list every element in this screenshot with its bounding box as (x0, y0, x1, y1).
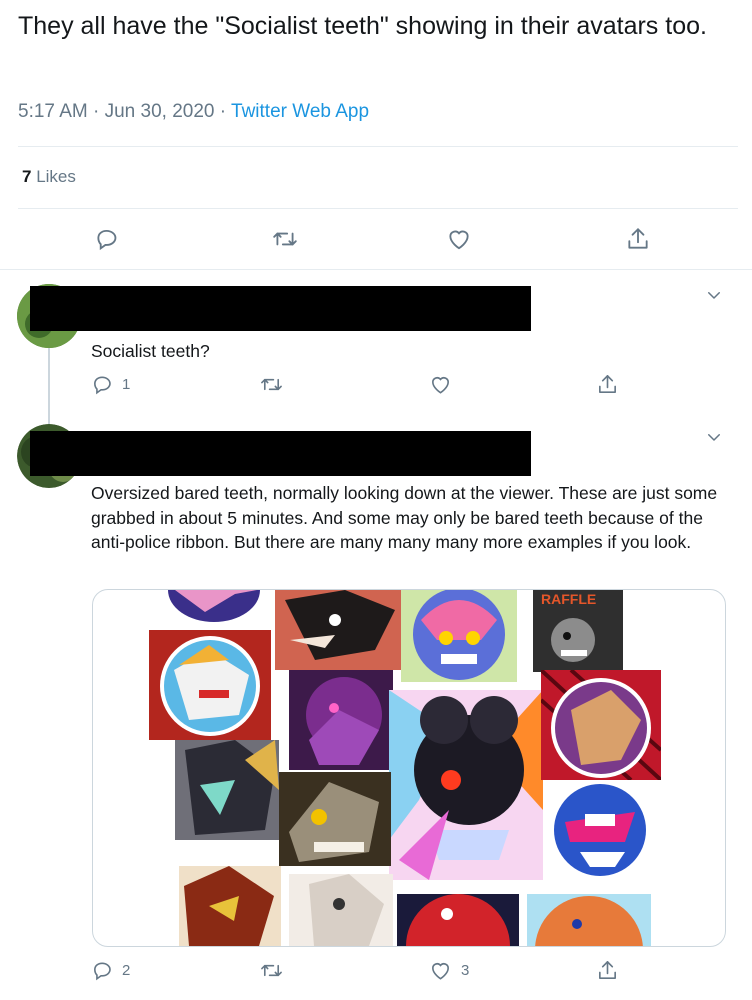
media-image[interactable]: RAFFLE (92, 589, 726, 947)
reply-menu-button[interactable] (705, 286, 723, 309)
raffle-text: RAFFLE (541, 591, 596, 607)
share-icon (599, 961, 616, 979)
reply-button[interactable] (94, 226, 120, 252)
collage-avatar (401, 590, 517, 682)
retweet-icon (261, 378, 282, 391)
collage-avatar (545, 782, 655, 878)
likes-label: Likes (36, 167, 76, 186)
divider (18, 208, 738, 209)
likes-stat[interactable]: 7 Likes (22, 167, 76, 187)
like-button[interactable] (428, 373, 453, 396)
share-button[interactable] (596, 373, 619, 396)
reply-icon (94, 376, 111, 395)
collage-avatar: RAFFLE (533, 590, 623, 672)
collage-avatar (275, 590, 405, 670)
collage-avatar (175, 740, 279, 840)
divider (18, 146, 738, 147)
share-icon (599, 375, 616, 393)
tweet-source-app[interactable]: Twitter Web App (231, 101, 369, 122)
collage-avatar (179, 866, 281, 946)
collage-avatar (289, 874, 393, 946)
like-button[interactable]: 3 (428, 959, 469, 982)
collage-avatar (149, 630, 271, 740)
collage-avatar (279, 772, 391, 866)
reply-text: Oversized bared teeth, normally looking … (91, 483, 718, 552)
collage-avatar (389, 690, 543, 880)
likes-count: 7 (22, 167, 32, 186)
like-count: 3 (461, 962, 470, 979)
redaction-bar (30, 286, 531, 331)
collage-avatar (289, 670, 393, 770)
collage-avatar (165, 590, 263, 624)
chevron-down-icon (708, 434, 720, 441)
reply-text: Socialist teeth? (91, 341, 210, 361)
meta-separator: · (93, 101, 100, 122)
reply-menu-button[interactable] (705, 428, 723, 451)
tweet-meta: 5:17 AM · Jun 30, 2020 · Twitter Web App (18, 101, 369, 123)
thread-line (48, 348, 50, 424)
retweet-icon (261, 964, 282, 977)
retweet-button[interactable] (259, 373, 284, 396)
meta-separator: · (219, 101, 227, 122)
collage-avatar (541, 670, 661, 780)
retweet-button[interactable] (271, 226, 299, 252)
collage-avatar (527, 894, 651, 946)
collage-avatar (397, 894, 519, 946)
reply-icon (94, 962, 111, 981)
share-button[interactable] (596, 959, 619, 982)
tweet-time[interactable]: 5:17 AM (18, 101, 88, 122)
heart-icon (449, 230, 469, 250)
tweet-date[interactable]: Jun 30, 2020 (105, 101, 215, 122)
retweet-icon (273, 232, 297, 246)
divider (0, 269, 752, 270)
reply-count: 1 (122, 376, 131, 393)
tweet-text: They all have the "Socialist teeth" show… (18, 12, 707, 40)
reply-button[interactable]: 1 (91, 373, 130, 396)
redaction-bar (30, 431, 531, 476)
heart-icon (432, 963, 449, 980)
reply-count: 2 (122, 962, 131, 979)
reply-icon (97, 229, 117, 251)
retweet-button[interactable] (259, 959, 284, 982)
share-button[interactable] (625, 226, 651, 252)
reply-button[interactable]: 2 (91, 959, 130, 982)
share-icon (628, 228, 648, 249)
chevron-down-icon (708, 292, 720, 299)
like-button[interactable] (445, 226, 473, 252)
heart-icon (432, 377, 449, 394)
